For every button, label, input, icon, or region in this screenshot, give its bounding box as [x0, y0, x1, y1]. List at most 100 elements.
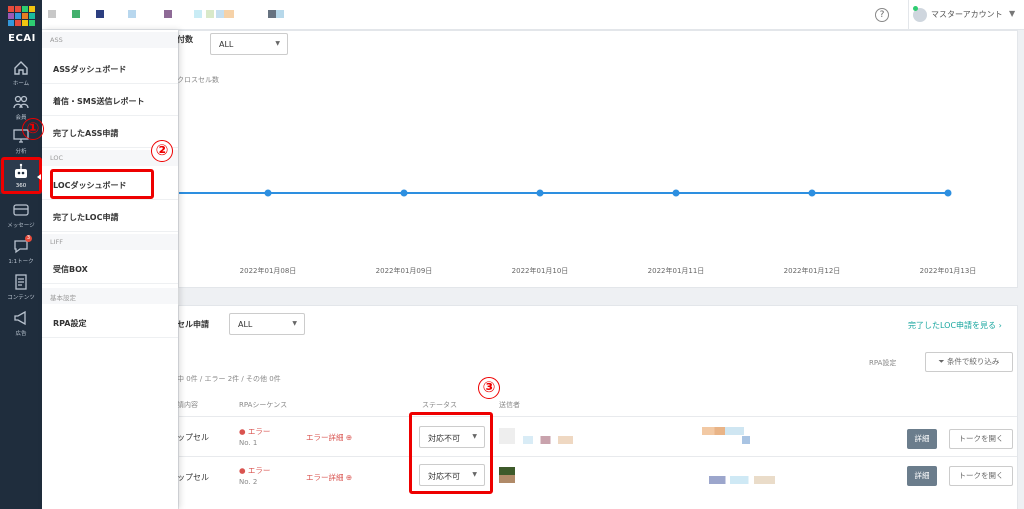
- error-detail-link[interactable]: エラー詳細 ⊕: [306, 432, 352, 443]
- request-type: ップセル: [177, 473, 209, 482]
- error-detail-link[interactable]: エラー詳細 ⊕: [306, 472, 352, 483]
- rpa-number: No. 2: [239, 478, 258, 486]
- step-2-marker: ②: [151, 140, 173, 162]
- column-header: 送信者: [499, 401, 520, 409]
- cross-sell-chart-card: 付数 ALL ▼ クロスセル数 2022年01月08日 2022年01月09日 20…: [177, 30, 1018, 288]
- list-filter-select[interactable]: ALL ▼: [229, 313, 305, 335]
- annotation-box-3: [409, 412, 493, 494]
- annotation-box-1: [1, 157, 42, 194]
- rail-item-home[interactable]: ホーム: [0, 56, 42, 90]
- redacted-block: [48, 10, 56, 18]
- data-point[interactable]: [400, 189, 408, 197]
- rpa-status: ● エラー: [239, 427, 271, 436]
- request-type: ップセル: [177, 433, 209, 442]
- members-icon: [13, 95, 29, 109]
- ecai-logo[interactable]: ECAI: [4, 6, 38, 44]
- rail-label: 分析: [15, 149, 27, 155]
- row-divider: [179, 416, 1017, 417]
- rail-label: ホーム: [12, 81, 30, 87]
- rail-item-content[interactable]: コンテンツ: [0, 270, 42, 304]
- rail-label: メッセージ: [7, 223, 35, 229]
- redacted-block: [96, 10, 104, 18]
- redacted-block: [72, 10, 80, 18]
- rail-item-message[interactable]: メッセージ: [0, 198, 42, 232]
- detail-button[interactable]: 詳細: [907, 466, 937, 486]
- rail-label: コンテンツ: [7, 295, 35, 301]
- rpa-status: ● エラー: [239, 466, 271, 475]
- submenu-item-inbox[interactable]: 受信BOX: [42, 254, 178, 284]
- rail-item-ads[interactable]: 広告: [0, 306, 42, 340]
- data-point[interactable]: [944, 189, 952, 197]
- x-tick-label: 2022年01月11日: [648, 266, 705, 275]
- online-status-icon: [913, 6, 918, 11]
- main-content: 付数 ALL ▼ クロスセル数 2022年01月08日 2022年01月09日 20…: [177, 30, 1024, 509]
- done-loc-link[interactable]: 完了したLOC申請を見る ›: [908, 320, 1002, 331]
- submenu-section-basic: 基本設定: [42, 288, 178, 304]
- rail-item-talk[interactable]: 3 1:1トーク: [0, 234, 42, 268]
- row-divider: [179, 456, 1017, 457]
- redacted-block: [742, 436, 750, 444]
- rpa-number: No. 1: [239, 439, 258, 447]
- submenu-360: ASS ASSダッシュボード 着信・SMS送信レポート 完了したASS申請 LO…: [42, 30, 178, 509]
- step-1-marker: ①: [22, 118, 44, 140]
- redacted-block: [164, 10, 172, 18]
- data-point[interactable]: [672, 189, 680, 197]
- data-point[interactable]: [536, 189, 544, 197]
- annotation-box-2: [50, 169, 154, 199]
- status-summary: 中 0件 / エラー 2件 / その他 0件: [177, 375, 281, 383]
- rpa-settings-label[interactable]: RPA設定: [869, 358, 896, 368]
- redacted-block: [709, 476, 775, 484]
- x-tick-label: 2022年01月10日: [512, 266, 569, 275]
- data-point[interactable]: [264, 189, 272, 197]
- x-tick-label: 2022年01月13日: [920, 266, 977, 275]
- cross-sell-list-card: セル申請 ALL ▼ 完了したLOC申請を見る › RPA設定 ⏷ 条件で絞り込…: [177, 305, 1018, 509]
- caret-down-icon: ▼: [292, 320, 297, 327]
- open-talk-button[interactable]: トークを開く: [949, 466, 1013, 486]
- column-header: 請内容: [177, 401, 198, 409]
- redacted-block: [523, 436, 573, 444]
- list-filter-value: ALL: [238, 320, 253, 329]
- column-header: RPAシーケンス: [239, 401, 288, 409]
- account-menu[interactable]: マスターアカウント ▼: [908, 0, 1024, 30]
- submenu-section-liff: LIFF: [42, 234, 178, 250]
- filter-funnel-icon: ⏷: [938, 357, 945, 366]
- list-card-title: セル申請: [177, 320, 209, 329]
- rail-label: 1:1トーク: [8, 259, 34, 265]
- x-tick-label: 2022年01月09日: [376, 266, 433, 275]
- account-name: マスターアカウント: [931, 10, 1003, 19]
- top-bar: ? マスターアカウント ▼: [42, 0, 1024, 30]
- filter-button-label: 条件で絞り込み: [946, 357, 1000, 366]
- redacted-block: [194, 10, 234, 18]
- submenu-item-sms-report[interactable]: 着信・SMS送信レポート: [42, 86, 178, 116]
- help-icon[interactable]: ?: [875, 8, 889, 22]
- chevron-down-icon: ▼: [1009, 9, 1016, 18]
- x-tick-label: 2022年01月08日: [240, 266, 297, 275]
- submenu-item-ass-dashboard[interactable]: ASSダッシュボード: [42, 54, 178, 84]
- redacted-block: [128, 10, 136, 18]
- x-tick-label: 2022年01月12日: [784, 266, 841, 275]
- data-point[interactable]: [808, 189, 816, 197]
- column-header: ステータス: [422, 401, 457, 409]
- redacted-block: [702, 427, 744, 435]
- document-icon: [15, 274, 27, 290]
- flyout-pointer-icon: [37, 174, 41, 180]
- line-chart: 2022年01月08日 2022年01月09日 2022年01月10日 2022年01…: [179, 189, 977, 275]
- detail-button[interactable]: 詳細: [907, 429, 937, 449]
- megaphone-icon: [14, 310, 26, 326]
- message-icon: [13, 204, 29, 216]
- open-talk-button[interactable]: トークを開く: [949, 429, 1013, 449]
- sender-avatar: [499, 428, 515, 444]
- rail-label: 広告: [15, 331, 27, 337]
- logo-mark-icon: [8, 6, 35, 26]
- filter-conditions-button[interactable]: ⏷ 条件で絞り込み: [925, 352, 1013, 372]
- logo-text: ECAI: [8, 33, 36, 44]
- side-rail: ECAI ホーム 会員 分析 360 メッセージ 3 1:1トーク コンテンツ …: [0, 0, 42, 509]
- home-icon: [14, 61, 28, 75]
- step-3-marker: ③: [478, 377, 500, 399]
- talk-badge: 3: [25, 235, 32, 242]
- sender-avatar: [499, 467, 515, 483]
- submenu-item-rpa[interactable]: RPA設定: [42, 308, 178, 338]
- submenu-item-loc-done[interactable]: 完了したLOC申請: [42, 202, 178, 232]
- redacted-block: [268, 10, 284, 18]
- submenu-section-ass: ASS: [42, 32, 178, 48]
